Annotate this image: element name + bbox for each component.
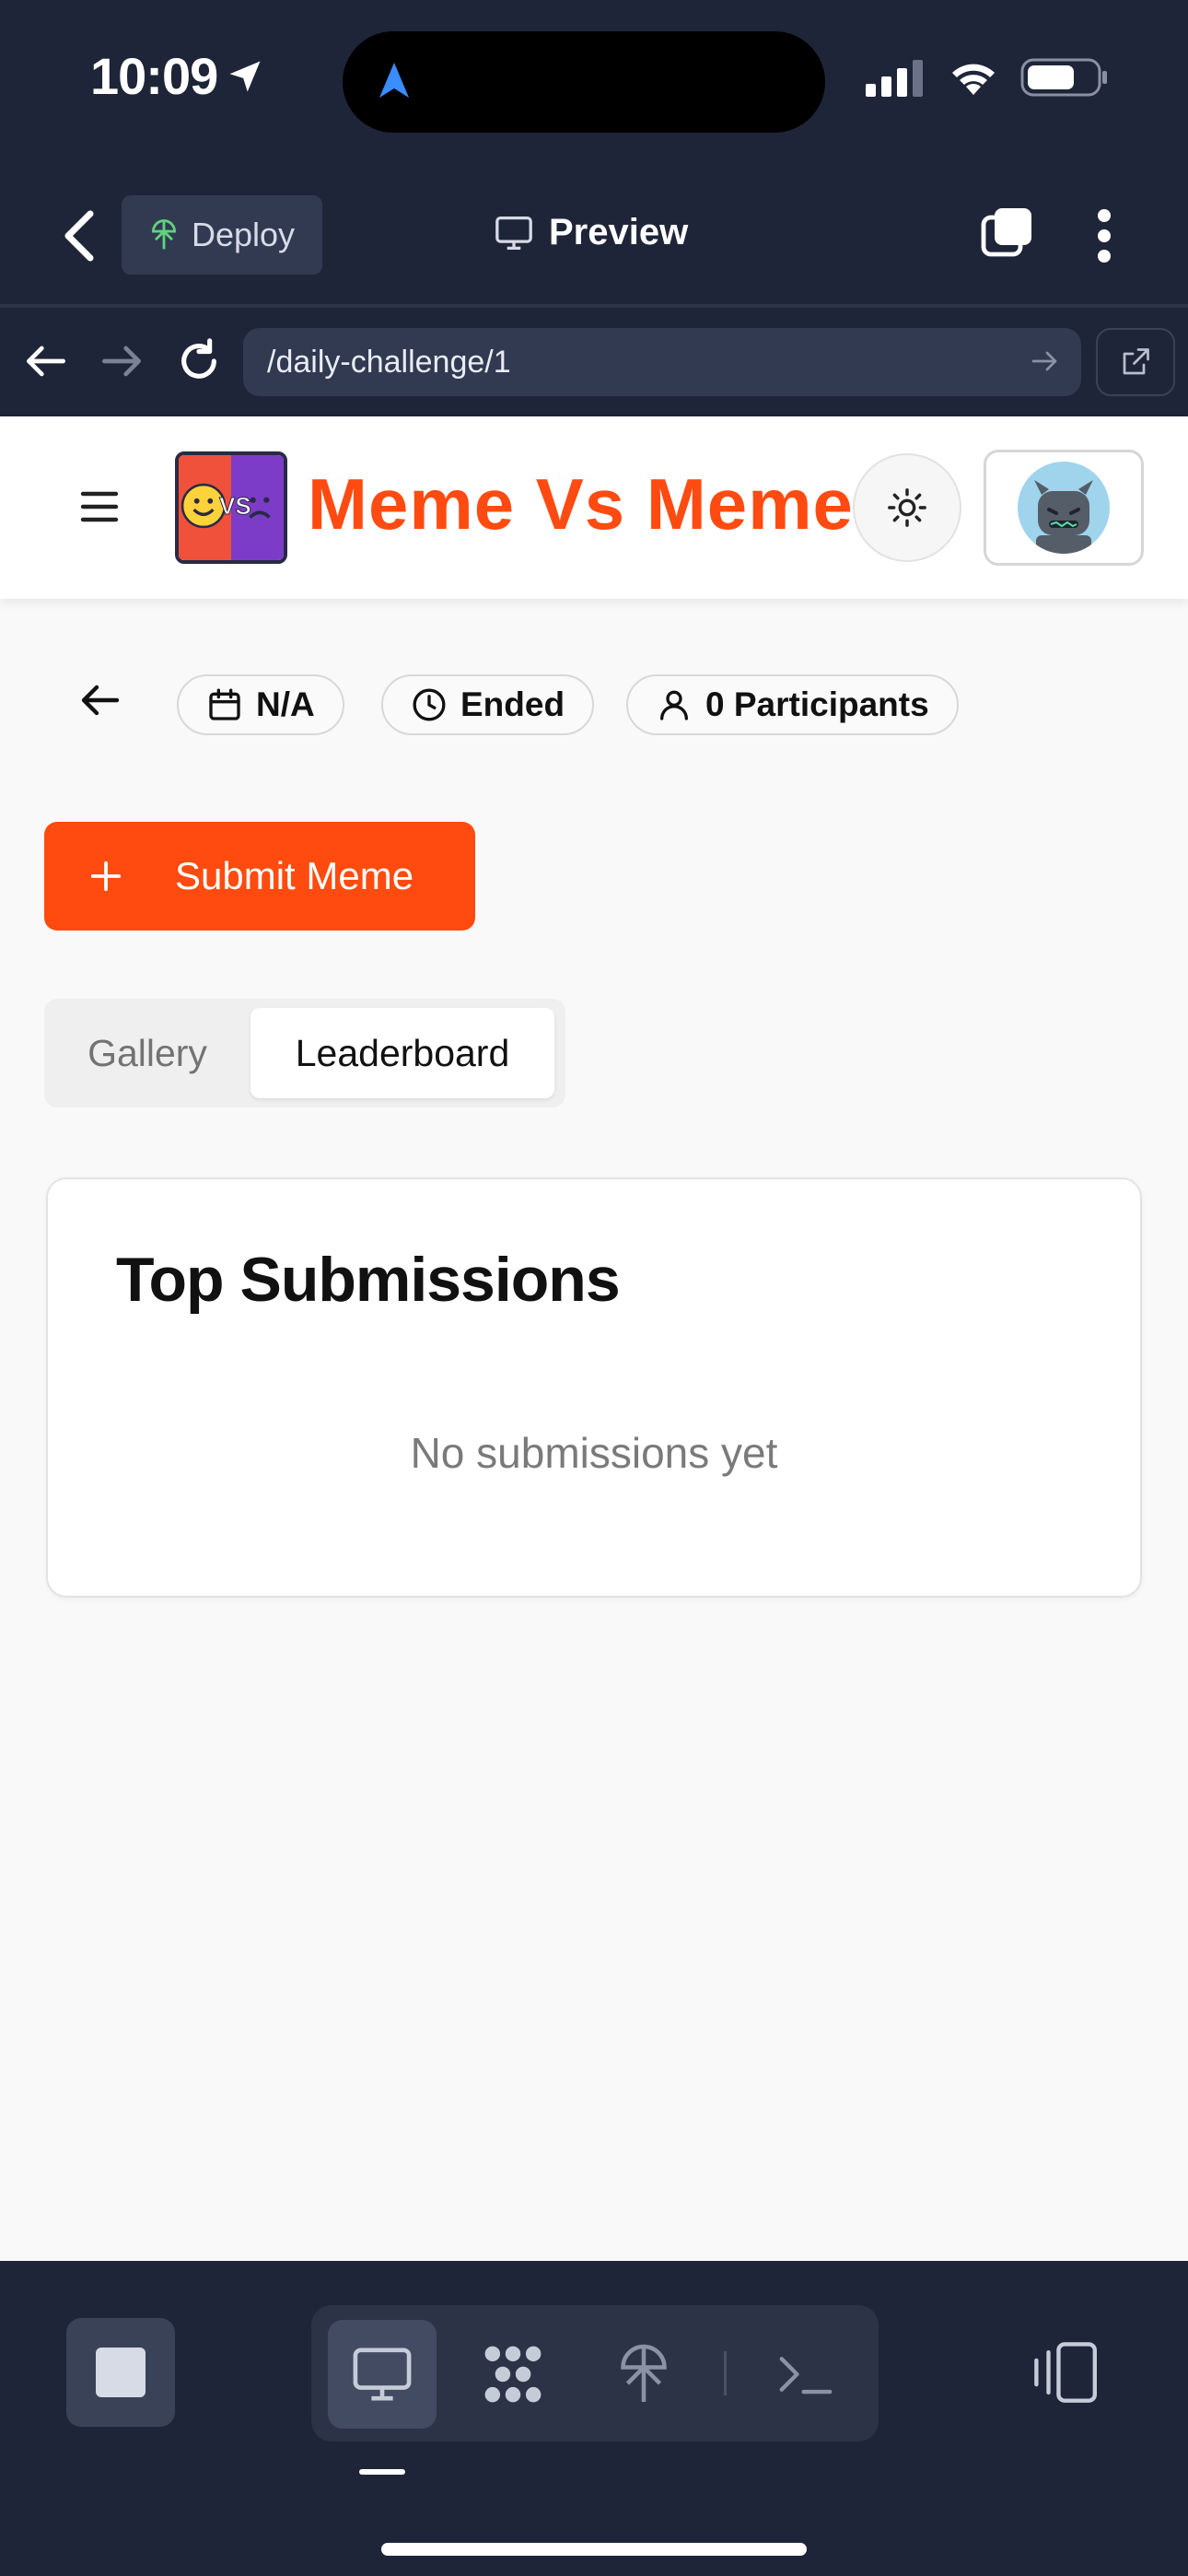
tool-group xyxy=(311,2305,879,2441)
tab-gallery[interactable]: Gallery xyxy=(44,1008,250,1098)
status-icons xyxy=(866,57,1109,98)
tabs-icon[interactable] xyxy=(980,206,1035,262)
bottom-toolbar xyxy=(0,2261,1188,2576)
preview-tool-button[interactable] xyxy=(328,2320,437,2429)
avatar xyxy=(1018,462,1110,554)
browser-back-icon[interactable] xyxy=(20,335,72,387)
go-arrow-icon[interactable] xyxy=(1028,345,1061,378)
date-text: N/A xyxy=(256,685,315,723)
clock-icon xyxy=(413,688,446,721)
preview-title: Preview xyxy=(494,212,688,253)
browser-forward-icon[interactable] xyxy=(96,335,147,387)
browser-bar: /daily-challenge/1 xyxy=(0,308,1188,416)
app-header: VS Meme Vs Meme xyxy=(0,416,1188,599)
robot-avatar-icon xyxy=(1034,480,1093,554)
tab-leaderboard[interactable]: Leaderboard xyxy=(250,1008,554,1098)
back-chevron-icon[interactable] xyxy=(57,208,103,263)
sun-icon xyxy=(888,488,926,527)
view-tabs: Gallery Leaderboard xyxy=(44,999,565,1107)
agent-tool-button[interactable] xyxy=(459,2320,567,2429)
stop-icon xyxy=(96,2348,146,2397)
time-text: 10:09 xyxy=(90,47,218,105)
more-options-icon[interactable] xyxy=(1090,206,1118,265)
cellular-signal-icon xyxy=(866,60,923,97)
terminal-icon xyxy=(779,2357,833,2395)
profile-button[interactable] xyxy=(984,450,1144,566)
deploy-label: Deploy xyxy=(192,216,296,253)
back-arrow-icon[interactable] xyxy=(77,680,123,720)
active-tool-indicator xyxy=(359,2469,405,2475)
submit-meme-button[interactable]: Submit Meme xyxy=(44,822,475,931)
logo-vs-text: VS xyxy=(219,492,252,521)
empty-state-text: No submissions yet xyxy=(410,1429,778,1477)
preview-label: Preview xyxy=(549,212,689,252)
date-chip: N/A xyxy=(177,674,344,735)
external-link-icon xyxy=(1123,348,1149,375)
deploy-button[interactable]: Deploy xyxy=(122,195,323,275)
device-toggle-icon[interactable] xyxy=(1030,2340,1100,2405)
status-text: Ended xyxy=(460,685,565,723)
reload-icon[interactable] xyxy=(173,335,225,387)
app-logo[interactable]: VS xyxy=(175,451,287,564)
leaderboard-card: Top Submissions No submissions yet xyxy=(46,1177,1142,1598)
cluster-icon xyxy=(484,2346,542,2403)
menu-icon[interactable] xyxy=(79,490,120,523)
open-external-button[interactable] xyxy=(1096,328,1175,396)
location-arrow-icon xyxy=(229,61,261,91)
url-field[interactable]: /daily-challenge/1 xyxy=(243,328,1081,396)
theme-toggle-button[interactable] xyxy=(853,453,961,562)
wifi-icon xyxy=(952,64,995,95)
navigation-arrow-icon xyxy=(379,63,409,98)
submit-meme-label: Submit Meme xyxy=(175,854,414,897)
status-bar-time: 10:09 xyxy=(90,46,265,106)
monitor-icon xyxy=(495,216,532,250)
terminal-tool-button[interactable] xyxy=(751,2320,860,2429)
deploy-tool-button[interactable] xyxy=(589,2320,698,2429)
participants-chip: 0 Participants xyxy=(626,674,959,735)
calendar-icon xyxy=(209,688,240,720)
home-indicator xyxy=(381,2543,807,2556)
stop-button[interactable] xyxy=(66,2318,175,2427)
user-icon xyxy=(660,690,688,720)
monitor-icon xyxy=(353,2348,412,2401)
toolbar-separator xyxy=(724,2351,727,2395)
url-text: /daily-challenge/1 xyxy=(267,344,511,380)
plus-icon xyxy=(90,861,122,892)
top-nav: Deploy Preview xyxy=(0,192,1188,280)
status-chip: Ended xyxy=(381,674,595,735)
card-title: Top Submissions xyxy=(116,1245,621,1315)
brand-title[interactable]: Meme Vs Meme xyxy=(308,463,854,546)
deploy-icon xyxy=(621,2344,667,2402)
participants-text: 0 Participants xyxy=(705,685,929,723)
battery-icon xyxy=(1020,58,1107,97)
top-chrome: 10:09 Deploy Preview xyxy=(0,0,1188,308)
deploy-icon xyxy=(152,219,176,250)
